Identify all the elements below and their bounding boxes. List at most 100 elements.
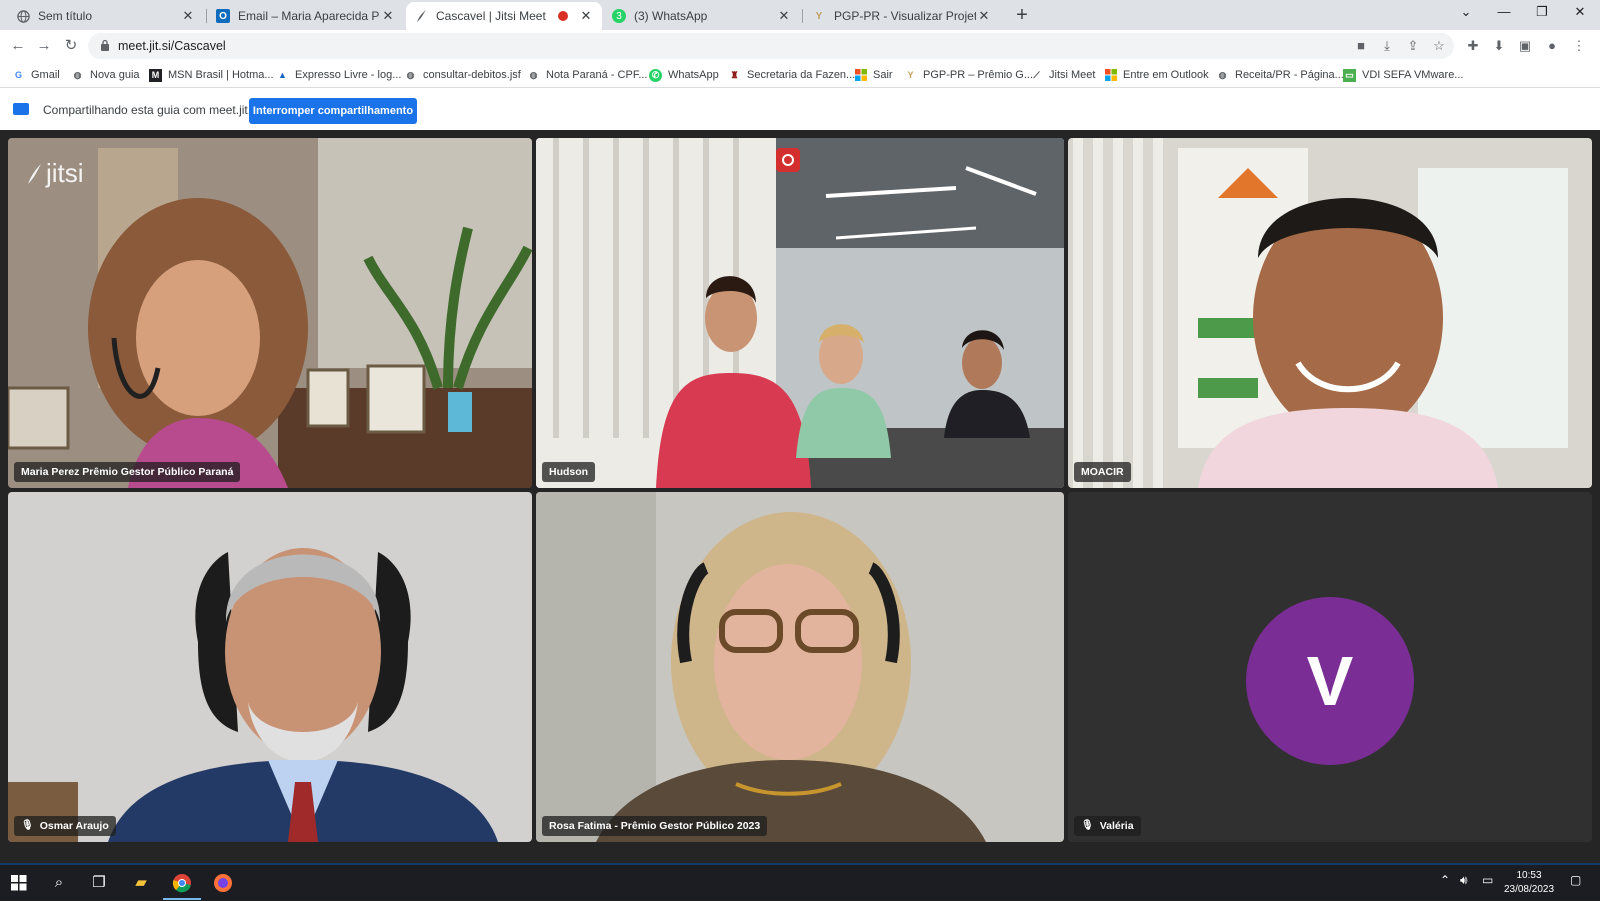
side-panel-icon[interactable]: ▣	[1516, 37, 1534, 55]
bookmark-receita-pr[interactable]: ◍ Receita/PR - Página...	[1216, 67, 1344, 83]
profile-avatar-icon[interactable]: ●	[1543, 37, 1561, 55]
close-icon[interactable]: ✕	[180, 8, 196, 24]
download-icon[interactable]: ⬇	[1490, 37, 1508, 55]
participant-name-tag: Rosa Fatima - Prêmio Gestor Público 2023	[542, 816, 768, 836]
participant-tile-maria-perez[interactable]: jitsi Maria Perez Prêmio Gestor Público …	[8, 138, 532, 488]
jitsi-icon	[414, 9, 428, 23]
tab-sem-titulo[interactable]: Sem título ✕	[8, 2, 204, 30]
globe-icon: ◍	[529, 69, 538, 80]
bookmark-label: PGP-PR – Prêmio G...	[923, 69, 1034, 81]
bookmark-star-icon[interactable]: ☆	[1430, 37, 1448, 55]
participant-name-tag: Maria Perez Prêmio Gestor Público Paraná	[14, 462, 241, 482]
screen-share-icon	[13, 103, 29, 115]
bookmark-vdi-sefa[interactable]: ▭ VDI SEFA VMware...	[1343, 67, 1463, 83]
stop-sharing-button[interactable]: Interromper compartilhamento	[249, 98, 417, 124]
bookmark-label: Receita/PR - Página...	[1235, 69, 1344, 81]
tab-jitsi-meet[interactable]: Cascavel | Jitsi Meet ✕	[406, 2, 602, 30]
reload-icon[interactable]: ↻	[61, 36, 81, 56]
pgp-icon: Y	[815, 10, 823, 22]
bookmark-sair[interactable]: Sair	[854, 67, 893, 83]
window-close-icon[interactable]: ✕	[1562, 0, 1598, 26]
tab-title: (3) WhatsApp	[634, 9, 708, 23]
crest-icon: ♜	[730, 69, 739, 80]
chrome-icon[interactable]	[163, 871, 201, 900]
network-icon[interactable]: ▭	[1482, 873, 1493, 887]
tab-title: Email – Maria Aparecida Perez N	[238, 9, 380, 23]
bookmark-nova-guia[interactable]: ◍ Nova guia	[71, 67, 140, 83]
lock-icon	[101, 39, 109, 51]
participant-tile-rosa-fatima[interactable]: Rosa Fatima - Prêmio Gestor Público 2023	[536, 492, 1064, 842]
bookmark-nota-parana[interactable]: ◍ Nota Paraná - CPF...	[527, 67, 648, 83]
video-feed	[8, 138, 532, 488]
participant-tile-hudson[interactable]: Hudson	[536, 138, 1064, 488]
participant-tile-moacir[interactable]: MOACIR	[1068, 138, 1592, 488]
bookmark-msn[interactable]: M MSN Brasil | Hotma...	[149, 67, 274, 83]
search-icon[interactable]: ⌕	[46, 871, 72, 895]
bookmark-label: Expresso Livre - log...	[295, 69, 402, 81]
bookmark-label: Entre em Outlook	[1123, 69, 1209, 81]
tab-title: Cascavel | Jitsi Meet	[436, 9, 546, 23]
bookmark-label: Jitsi Meet	[1049, 69, 1096, 81]
tab-email[interactable]: O Email – Maria Aparecida Perez N ✕	[208, 2, 404, 30]
tab-sharing-infobar: Compartilhando esta guia com meet.jit.si…	[0, 88, 1600, 130]
bookmark-outlook[interactable]: Entre em Outlook	[1104, 67, 1209, 83]
menu-kebab-icon[interactable]: ⋮	[1570, 37, 1588, 55]
extensions-puzzle-icon[interactable]: ✚	[1464, 37, 1482, 55]
share-page-icon[interactable]: ⇪	[1404, 37, 1422, 55]
task-view-icon[interactable]: ❐	[86, 871, 112, 895]
whatsapp-icon: 3	[612, 9, 626, 23]
bookmark-gmail[interactable]: G Gmail	[12, 67, 60, 83]
minimize-icon[interactable]: —	[1486, 0, 1522, 26]
new-tab-button[interactable]: +	[1010, 4, 1034, 28]
video-feed	[1068, 138, 1592, 488]
jitsi-logo: jitsi	[26, 158, 84, 189]
file-explorer-icon[interactable]: ▰	[128, 871, 154, 895]
participant-name: Rosa Fatima - Prêmio Gestor Público 2023	[549, 820, 761, 832]
video-feed	[536, 492, 1064, 842]
globe-icon: ◍	[406, 69, 415, 80]
bookmark-consultar-debitos[interactable]: ◍ consultar-debitos.jsf	[404, 67, 521, 83]
participant-name-tag: 🎙︎ Valéria	[1074, 816, 1141, 836]
tab-separator	[802, 9, 803, 23]
avatar: V	[1246, 597, 1414, 765]
bookmark-expresso[interactable]: ▲ Expresso Livre - log...	[276, 67, 401, 83]
tab-separator	[206, 9, 207, 23]
address-bar[interactable]: meet.jit.si/Cascavel ■ ⤓ ⇪ ☆	[88, 33, 1454, 59]
bookmark-secretaria-fazenda[interactable]: ♜ Secretaria da Fazen...	[728, 67, 855, 83]
bookmark-whatsapp[interactable]: ✆ WhatsApp	[649, 67, 719, 83]
close-icon[interactable]: ✕	[380, 8, 396, 24]
forward-arrow-icon[interactable]: →	[34, 36, 54, 56]
restore-icon[interactable]: ❐	[1524, 0, 1560, 26]
browser-toolbar: ← → ↻ meet.jit.si/Cascavel ■ ⤓ ⇪ ☆ ✚ ⬇ ▣…	[0, 30, 1600, 62]
tab-search-chevron-down-icon[interactable]: ⌄	[1448, 0, 1484, 26]
bookmark-pgp-pr[interactable]: Y PGP-PR – Prêmio G...	[904, 67, 1033, 83]
recording-indicator-icon	[558, 11, 568, 21]
camera-in-use-icon[interactable]: ■	[1352, 37, 1370, 55]
bookmark-label: VDI SEFA VMware...	[1362, 69, 1464, 81]
browser-tab-strip: Sem título ✕ O Email – Maria Aparecida P…	[0, 0, 1600, 30]
firefox-icon[interactable]	[210, 871, 236, 895]
participant-name: Maria Perez Prêmio Gestor Público Paraná	[21, 466, 234, 478]
participant-name: Osmar Araujo	[39, 820, 109, 832]
bookmark-jitsi-meet[interactable]: ⟋ Jitsi Meet	[1030, 67, 1095, 83]
tab-pgp-pr[interactable]: Y PGP-PR - Visualizar Projeto ✕	[804, 2, 1000, 30]
close-icon[interactable]: ✕	[976, 8, 992, 24]
close-icon[interactable]: ✕	[776, 8, 792, 24]
participant-tile-osmar-araujo[interactable]: 🎙︎ Osmar Araujo	[8, 492, 532, 842]
install-app-icon[interactable]: ⤓	[1378, 37, 1396, 55]
bookmark-label: Secretaria da Fazen...	[747, 69, 856, 81]
notifications-icon[interactable]: ▢	[1570, 873, 1581, 887]
participant-name-tag: Hudson	[542, 462, 596, 482]
bookmark-label: consultar-debitos.jsf	[423, 69, 521, 81]
clock-time: 10:53	[1516, 870, 1542, 881]
windows-start-icon[interactable]	[6, 871, 32, 895]
volume-icon[interactable]: 🔊︎	[1460, 873, 1468, 888]
chevron-up-icon[interactable]: ⌃	[1440, 873, 1450, 887]
participant-name: Valéria	[1099, 820, 1134, 832]
msn-icon: M	[149, 68, 162, 82]
system-clock[interactable]: 10:53 23/08/2023	[1494, 869, 1564, 897]
globe-icon: ◍	[1218, 69, 1227, 80]
close-icon[interactable]: ✕	[578, 8, 594, 24]
tab-whatsapp[interactable]: 3 (3) WhatsApp ✕	[604, 2, 800, 30]
back-arrow-icon[interactable]: ←	[8, 36, 28, 56]
